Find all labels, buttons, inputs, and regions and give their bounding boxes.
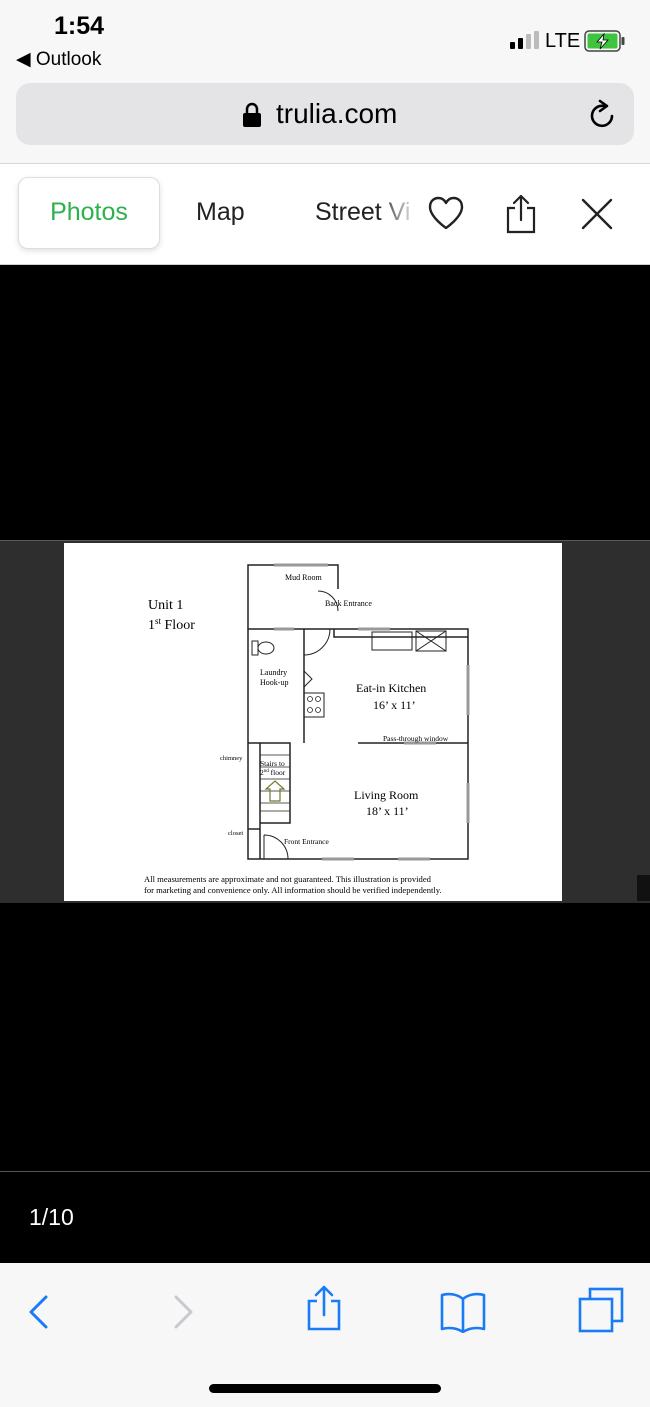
close-icon[interactable]	[580, 197, 614, 231]
plan-front-entrance: Front Entrance	[284, 837, 329, 846]
network-type: LTE	[545, 30, 581, 52]
tab-map[interactable]: Map	[196, 198, 245, 227]
plan-floor-label: 1st Floor	[148, 616, 195, 633]
tab-fade-overlay	[378, 190, 418, 230]
plan-stairs-2: 2nd floor	[260, 768, 286, 777]
share-toolbar-icon[interactable]	[306, 1284, 342, 1332]
plan-mud-room: Mud Room	[285, 573, 322, 582]
share-icon[interactable]	[505, 193, 537, 235]
url-text[interactable]: trulia.com	[276, 98, 397, 130]
plan-kitchen-name: Eat-in Kitchen	[356, 681, 426, 695]
plan-pass-through: Pass-through window	[383, 734, 449, 743]
tab-photos[interactable]: Photos	[18, 177, 160, 249]
photo-counter: 1/10	[29, 1204, 74, 1230]
lock-icon	[243, 102, 261, 127]
tabs-icon[interactable]	[578, 1287, 624, 1333]
plan-laundry-1: Laundry	[260, 668, 287, 677]
plan-closet: closet	[228, 830, 243, 837]
cellular-signal-icon	[510, 31, 539, 49]
plan-disclaimer-1: All measurements are approximate and not…	[144, 874, 432, 884]
plan-laundry-2: Hook-up	[260, 678, 288, 687]
next-photo-peek	[637, 875, 650, 901]
bookmarks-icon[interactable]	[439, 1289, 487, 1333]
back-to-app-link[interactable]: ◀ Outlook	[16, 48, 101, 71]
forward-arrow-icon	[174, 1295, 193, 1329]
back-arrow-icon[interactable]	[26, 1294, 50, 1330]
floor-plan-image: Unit 1 1st Floor Mud Room Back Entrance …	[64, 543, 562, 901]
home-indicator	[209, 1384, 441, 1393]
plan-back-entrance: Back Entrance	[325, 599, 372, 608]
tab-photos-label: Photos	[50, 198, 128, 226]
plan-stairs-1: Stairs to	[260, 759, 285, 768]
plan-unit-title: Unit 1	[148, 598, 183, 613]
heart-icon[interactable]	[427, 195, 465, 231]
plan-living-size: 18’ x 11’	[366, 804, 409, 818]
plan-living-name: Living Room	[354, 788, 419, 802]
plan-disclaimer-2: for marketing and convenience only. All …	[144, 885, 442, 895]
reload-icon[interactable]	[588, 99, 618, 131]
plan-kitchen-size: 16’ x 11’	[373, 698, 416, 712]
battery-charging-icon	[584, 30, 625, 52]
status-time: 1:54	[54, 12, 105, 40]
viewer-divider	[0, 1171, 650, 1172]
plan-chimney: chimney	[220, 755, 243, 762]
